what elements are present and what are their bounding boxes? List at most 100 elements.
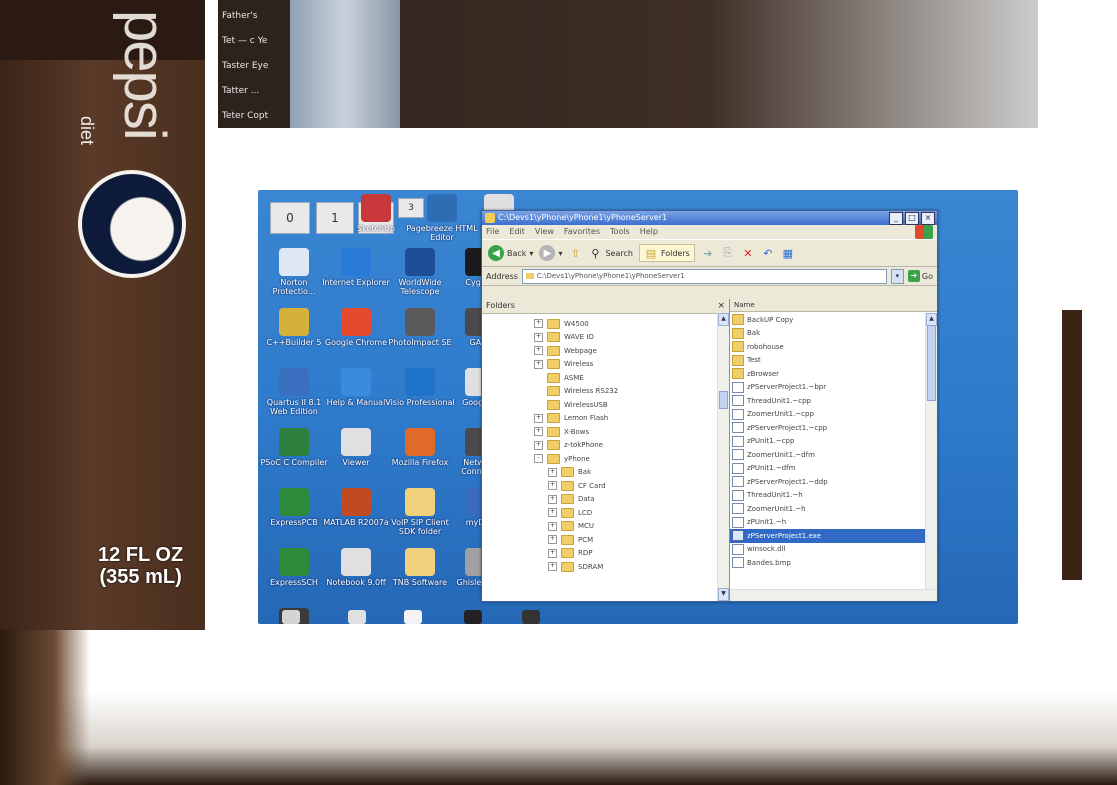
file-row[interactable]: winsock.dll [730, 543, 925, 557]
tree-item[interactable]: ASME [482, 371, 717, 385]
tray-icon-3[interactable] [404, 610, 422, 624]
expand-icon[interactable]: + [534, 332, 543, 342]
collapse-icon[interactable]: - [534, 454, 543, 464]
desktop-icon[interactable]: Google Chrome [320, 308, 392, 347]
file-row-selected[interactable]: zPServerProject1.exe [730, 529, 925, 543]
explorer-titlebar[interactable]: C:\Devs1\yPhone\yPhone1\yPhoneServer1 _ … [482, 211, 937, 225]
tray-icon-2[interactable] [348, 610, 366, 624]
file-row[interactable]: Bandes.bmp [730, 556, 925, 570]
up-folder-icon[interactable]: ⇧ [568, 246, 582, 260]
file-row[interactable]: zPUnit1.~h [730, 516, 925, 530]
move-to-icon[interactable]: ➜ [701, 246, 715, 260]
expand-icon[interactable]: + [548, 494, 557, 504]
views-icon[interactable]: ▦ [781, 246, 795, 260]
menu-help[interactable]: Help [640, 225, 658, 239]
tree-item[interactable]: + Lemon Flash [482, 412, 717, 426]
expand-icon[interactable]: + [534, 440, 543, 450]
file-row[interactable]: zPUnit1.~cpp [730, 435, 925, 449]
file-row[interactable]: ZoomerUnit1.~dfm [730, 448, 925, 462]
virtual-desktop-0[interactable]: 0 [270, 202, 310, 234]
desktop-icon[interactable]: MATLAB R2007a [320, 488, 392, 527]
desktop-icon[interactable]: SketchUp [340, 194, 412, 233]
file-row[interactable]: zPUnit1.~dfm [730, 462, 925, 476]
file-row[interactable]: ThreadUnit1.~h [730, 489, 925, 503]
tree-item[interactable]: + SDRAM [482, 560, 717, 574]
tree-item[interactable]: + Bak [482, 466, 717, 480]
expand-icon[interactable]: + [548, 521, 557, 531]
expand-icon[interactable]: + [548, 535, 557, 545]
tree-item[interactable]: WirelessUSB [482, 398, 717, 412]
maximize-button[interactable]: □ [905, 212, 919, 225]
expand-icon[interactable]: + [548, 467, 557, 477]
tray-icon-1[interactable] [282, 610, 300, 624]
expand-icon[interactable]: + [534, 319, 543, 329]
files-scrollbar-thumb[interactable] [927, 325, 936, 401]
file-row[interactable]: zPServerProject1.~ddp [730, 475, 925, 489]
tree-item[interactable]: + CF Card [482, 479, 717, 493]
delete-icon[interactable]: ✕ [741, 246, 755, 260]
expand-icon[interactable]: + [548, 548, 557, 558]
tree-item[interactable]: + Webpage [482, 344, 717, 358]
menu-tools[interactable]: Tools [610, 225, 630, 239]
dropdown-arrow-icon[interactable]: ▾ [529, 249, 533, 258]
tree-item[interactable]: + PCM [482, 533, 717, 547]
file-row[interactable]: robohouse [730, 340, 925, 354]
tree-item[interactable]: + RDP [482, 547, 717, 561]
menu-view[interactable]: View [535, 225, 554, 239]
file-row[interactable]: ZoomerUnit1.~cpp [730, 408, 925, 422]
folders-button[interactable]: ▤ Folders [638, 244, 695, 262]
file-row[interactable]: zBrowser [730, 367, 925, 381]
scroll-up-arrow-icon[interactable]: ▲ [718, 313, 729, 326]
expand-icon[interactable]: + [534, 346, 543, 356]
expand-icon[interactable]: + [534, 359, 543, 369]
tray-icon-4[interactable] [464, 610, 482, 624]
file-row[interactable]: zPServerProject1.~bpr [730, 381, 925, 395]
file-row[interactable]: ThreadUnit1.~cpp [730, 394, 925, 408]
desktop-icon[interactable]: Notebook 9.0ff [320, 548, 392, 587]
file-row[interactable]: ZoomerUnit1.~h [730, 502, 925, 516]
search-button[interactable]: ⚲ Search [588, 246, 633, 260]
go-button[interactable]: ➜ Go [907, 270, 933, 282]
menu-favorites[interactable]: Favorites [564, 225, 600, 239]
tree-item[interactable]: - yPhone [482, 452, 717, 466]
folders-scrollbar-thumb[interactable] [719, 391, 728, 409]
desktop-icon[interactable]: Help & Manual [320, 368, 392, 407]
files-scrollbar[interactable]: ▲ [925, 313, 937, 601]
tree-item[interactable]: + X-Bows [482, 425, 717, 439]
file-row[interactable]: zPServerProject1.~cpp [730, 421, 925, 435]
dropdown-arrow-icon[interactable]: ▾ [558, 249, 562, 258]
tree-item[interactable]: + Wireless [482, 358, 717, 372]
address-dropdown-button[interactable]: ▾ [890, 268, 904, 284]
expand-icon[interactable]: + [548, 562, 557, 572]
menu-edit[interactable]: Edit [509, 225, 525, 239]
copy-to-icon[interactable]: ⎘ [721, 246, 735, 260]
address-input[interactable]: C:\Devs1\yPhone\yPhone1\yPhoneServer1 [521, 268, 887, 284]
desktop-icon[interactable]: Internet Explorer [320, 248, 392, 287]
minimize-button[interactable]: _ [889, 212, 903, 225]
file-row[interactable]: Test [730, 354, 925, 368]
close-folders-pane-icon[interactable]: × [717, 299, 725, 313]
undo-icon[interactable]: ↶ [761, 246, 775, 260]
desktop-icon[interactable]: Viewer [320, 428, 392, 467]
forward-button[interactable]: ▶ ▾ [539, 245, 562, 261]
tree-item[interactable]: + W4500 [482, 317, 717, 331]
expand-icon[interactable]: + [548, 481, 557, 491]
scroll-down-arrow-icon[interactable]: ▼ [718, 588, 729, 601]
tree-item[interactable]: + z-tokPhone [482, 439, 717, 453]
tree-item[interactable]: + Data [482, 493, 717, 507]
expand-icon[interactable]: + [548, 508, 557, 518]
file-row[interactable]: Bak [730, 327, 925, 341]
folders-scrollbar[interactable]: ▲ ▼ [717, 313, 729, 601]
menu-file[interactable]: File [486, 225, 499, 239]
tree-item[interactable]: + WAVE IO [482, 331, 717, 345]
expand-icon[interactable]: + [534, 427, 543, 437]
name-column-header[interactable]: Name [730, 299, 937, 312]
tree-item[interactable]: + MCU [482, 520, 717, 534]
expand-icon[interactable]: + [534, 413, 543, 423]
files-horizontal-scrollbar[interactable] [730, 589, 937, 601]
tree-item[interactable]: + LCD [482, 506, 717, 520]
close-button[interactable]: × [921, 212, 935, 225]
tray-icon-5[interactable] [522, 610, 540, 624]
file-row[interactable]: BackUP Copy [730, 313, 925, 327]
back-button[interactable]: ◀ Back ▾ [488, 245, 533, 261]
